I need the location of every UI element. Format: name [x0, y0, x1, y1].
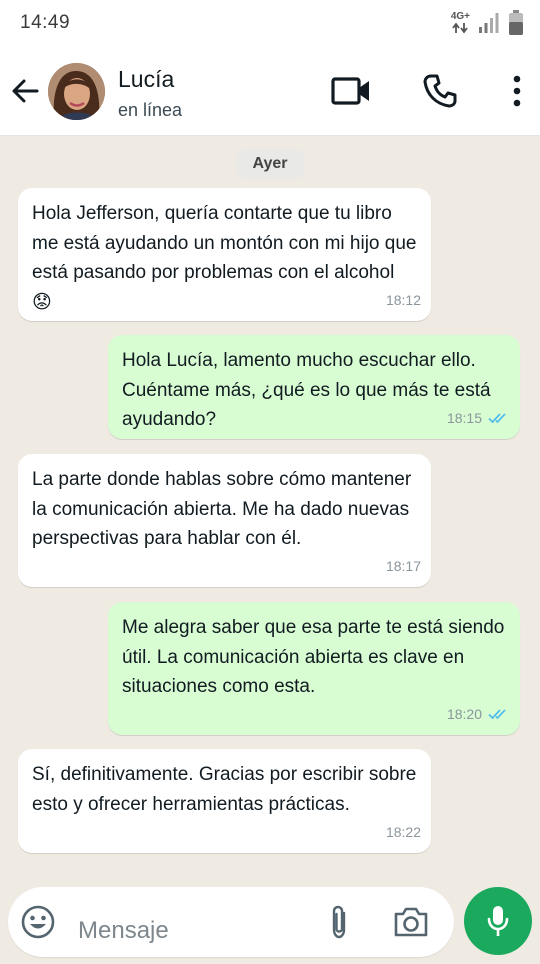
paperclip-icon[interactable] — [324, 903, 354, 941]
status-time: 14:49 — [20, 12, 71, 33]
video-call-button[interactable] — [330, 70, 372, 112]
message-time: 18:15 — [446, 409, 482, 426]
message-incoming[interactable]: Sí, definitivamente. Gracias por escribi… — [18, 749, 431, 853]
contact-photo — [48, 63, 105, 120]
status-icons: 4G+ — [451, 10, 524, 36]
video-camera-icon — [331, 77, 369, 105]
avatar[interactable] — [48, 63, 105, 120]
composer-bar — [0, 877, 540, 964]
chat-area[interactable]: Ayer Hola Jefferson, quería contarte que… — [0, 137, 540, 877]
message-meta: 18:20 — [447, 700, 510, 730]
smiley-icon[interactable] — [20, 904, 56, 940]
date-separator: Ayer — [236, 149, 304, 179]
camera-icon[interactable] — [392, 905, 430, 939]
status-bar: 14:49 4G+ — [0, 0, 540, 46]
voice-call-button[interactable] — [419, 70, 461, 112]
contact-status: en línea — [118, 100, 183, 120]
message-text: Me alegra saber que esa parte te está si… — [122, 617, 505, 697]
arrow-left-icon — [12, 79, 39, 103]
message-outgoing[interactable]: Me alegra saber que esa parte te está si… — [108, 602, 520, 735]
message-time: 18:22 — [385, 823, 421, 840]
microphone-icon — [487, 906, 509, 936]
message-text: La parte donde hablas sobre cómo mantene… — [32, 469, 412, 549]
message-input[interactable] — [78, 901, 308, 961]
double-check-icon — [488, 413, 506, 424]
worried-face-emoji: 😟 — [32, 291, 52, 313]
message-meta: 18:15 — [447, 404, 510, 434]
message-meta: 18:22 — [386, 818, 421, 848]
signal-icon — [479, 13, 499, 33]
message-time: 18:17 — [385, 557, 421, 574]
data-arrows-icon — [452, 22, 469, 34]
phone-icon — [423, 74, 457, 108]
double-check-icon — [488, 709, 506, 720]
message-composer — [8, 887, 454, 961]
more-vertical-icon — [513, 75, 521, 107]
message-outgoing[interactable]: Hola Lucía, lamento mucho escuchar ello.… — [108, 335, 520, 439]
message-time: 18:12 — [385, 291, 421, 308]
chat-header: Lucía en línea — [0, 46, 540, 136]
message-body: Hola Jefferson, quería contarte que tu l… — [32, 203, 417, 283]
message-meta: 18:12 — [386, 286, 421, 316]
message-text: Sí, definitivamente. Gracias por escribi… — [32, 764, 417, 815]
back-button[interactable] — [8, 74, 42, 108]
message-incoming[interactable]: Hola Jefferson, quería contarte que tu l… — [18, 188, 431, 321]
network-label: 4G+ — [450, 11, 470, 22]
more-options-button[interactable] — [496, 70, 538, 112]
message-meta: 18:17 — [386, 552, 421, 582]
battery-icon — [509, 10, 523, 35]
message-text: Hola Jefferson, quería contarte que tu l… — [32, 199, 417, 317]
message-incoming[interactable]: La parte donde hablas sobre cómo mantene… — [18, 454, 431, 587]
voice-message-button[interactable] — [464, 887, 532, 955]
contact-name[interactable]: Lucía — [118, 66, 174, 93]
network-indicator: 4G+ — [451, 12, 470, 34]
message-time: 18:20 — [446, 705, 482, 722]
